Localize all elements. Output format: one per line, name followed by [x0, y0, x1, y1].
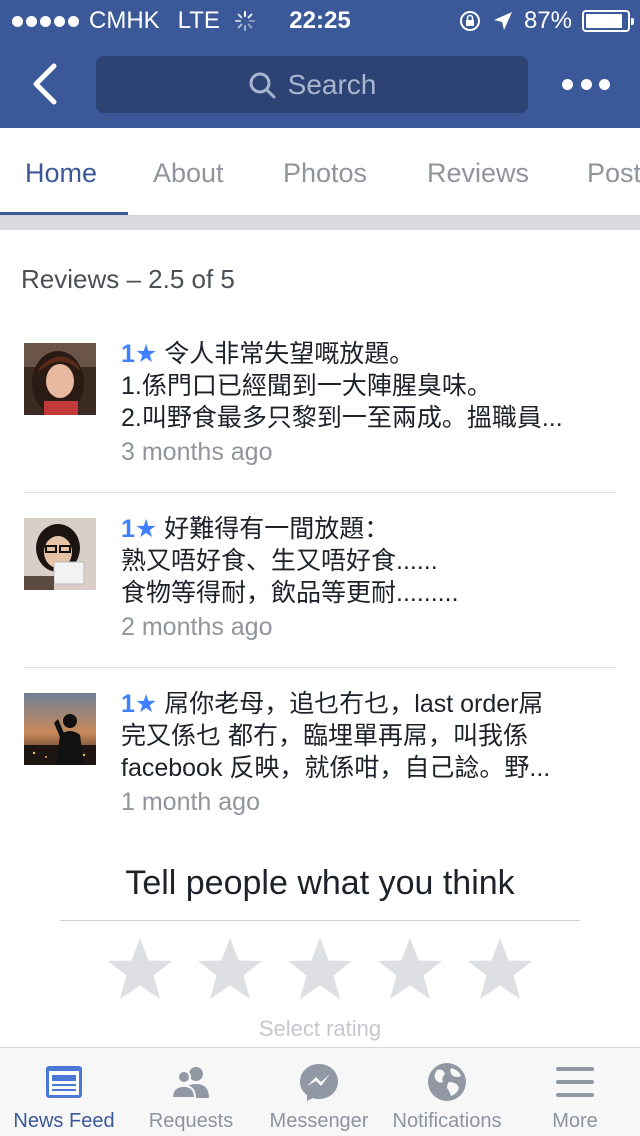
- prompt-divider: [60, 920, 580, 921]
- star-rating-input[interactable]: [105, 934, 535, 1004]
- reviewer-avatar[interactable]: [24, 343, 96, 415]
- rotation-lock-icon: [459, 11, 480, 31]
- nav-label: More: [552, 1110, 598, 1132]
- review-text-line: 屌你老母，追乜冇乜，last order屌: [164, 690, 544, 718]
- reviews-heading: Reviews – 2.5 of 5: [21, 264, 235, 294]
- tab-posts[interactable]: Posts: [587, 158, 640, 189]
- reviewer-avatar[interactable]: [24, 693, 96, 765]
- rating-star-icon: ★: [134, 340, 158, 368]
- review-text-line: 1.係門口已經聞到一大陣腥臭味。: [121, 372, 492, 400]
- requests-icon: [171, 1067, 209, 1099]
- nav-news-feed[interactable]: News Feed: [0, 1048, 128, 1136]
- review-text-line: 2.叫野食最多只黎到一至兩成。搵職員...: [121, 404, 563, 432]
- review-text-line: 好難得有一間放題：: [164, 515, 390, 543]
- tab-home[interactable]: Home: [25, 158, 97, 189]
- select-rating-label: Select rating: [258, 1016, 382, 1041]
- review-time: 2 months ago: [121, 613, 273, 641]
- more-dots-icon[interactable]: [562, 72, 610, 96]
- menu-icon: [556, 1067, 594, 1097]
- back-chevron-icon[interactable]: [26, 62, 66, 106]
- nav-label: Notifications: [392, 1110, 502, 1132]
- review-time: 1 month ago: [121, 788, 260, 816]
- tab-reviews[interactable]: Reviews: [427, 158, 529, 189]
- star-icon[interactable]: [375, 934, 445, 1004]
- review-text-line: 完又係乜 都冇，臨埋單再屌，叫我係: [121, 722, 528, 750]
- reviewer-avatar[interactable]: [24, 518, 96, 590]
- rating-star-icon: ★: [134, 690, 158, 718]
- nav-label: Requests: [148, 1110, 234, 1132]
- messenger-icon: [300, 1064, 338, 1101]
- review-text-line: facebook 反映，就係咁，自己諗。野...: [121, 754, 551, 782]
- battery-percent: 87%: [523, 7, 572, 34]
- news-feed-icon: [46, 1066, 82, 1098]
- search-placeholder: Search: [287, 68, 377, 100]
- nav-label: Messenger: [269, 1110, 369, 1132]
- header: CMHK LTE 22:25 87% Search: [0, 0, 640, 128]
- review-rating: 1★: [121, 690, 158, 718]
- rating-star-icon: ★: [134, 515, 158, 543]
- location-arrow-icon: [493, 12, 512, 30]
- review-text-line: 熟又唔好食、生又唔好食......: [121, 547, 438, 575]
- review-rating: 1★: [121, 515, 158, 543]
- star-icon[interactable]: [105, 934, 175, 1004]
- bottom-tab-bar: News Feed Requests Messenger Notificatio…: [0, 1047, 640, 1136]
- review-body: 1★ 好難得有一間放題： 熟又唔好食、生又唔好食...... 食物等得耐，飲品等…: [121, 513, 621, 643]
- star-icon[interactable]: [465, 934, 535, 1004]
- review-prompt-heading: Tell people what you think: [125, 864, 515, 902]
- review-time: 3 months ago: [121, 438, 273, 466]
- globe-icon: [428, 1063, 466, 1101]
- section-divider: [0, 216, 640, 230]
- nav-notifications[interactable]: Notifications: [383, 1048, 511, 1136]
- tab-about[interactable]: About: [153, 158, 224, 189]
- star-icon[interactable]: [195, 934, 265, 1004]
- search-icon: [249, 72, 276, 98]
- review-body: 1★ 屌你老母，追乜冇乜，last order屌 完又係乜 都冇，臨埋單再屌，叫…: [121, 688, 621, 818]
- status-bar: CMHK LTE 22:25 87%: [0, 0, 640, 40]
- search-input[interactable]: Search: [96, 56, 528, 113]
- star-icon[interactable]: [285, 934, 355, 1004]
- tab-photos[interactable]: Photos: [283, 158, 367, 189]
- review-body: 1★ 令人非常失望嘅放題。 1.係門口已經聞到一大陣腥臭味。 2.叫野食最多只黎…: [121, 338, 621, 468]
- review-rating: 1★: [121, 340, 158, 368]
- review-separator: [24, 667, 616, 668]
- review-text-line: 令人非常失望嘅放題。: [164, 340, 415, 368]
- nav-requests[interactable]: Requests: [127, 1048, 255, 1136]
- page-tabs: Home About Photos Reviews Posts: [0, 128, 640, 216]
- nav-label: News Feed: [13, 1110, 115, 1132]
- review-separator: [24, 492, 616, 493]
- review-text-line: 食物等得耐，飲品等更耐.........: [121, 579, 459, 607]
- battery-icon: [582, 10, 634, 32]
- nav-messenger[interactable]: Messenger: [255, 1048, 383, 1136]
- nav-more[interactable]: More: [511, 1048, 639, 1136]
